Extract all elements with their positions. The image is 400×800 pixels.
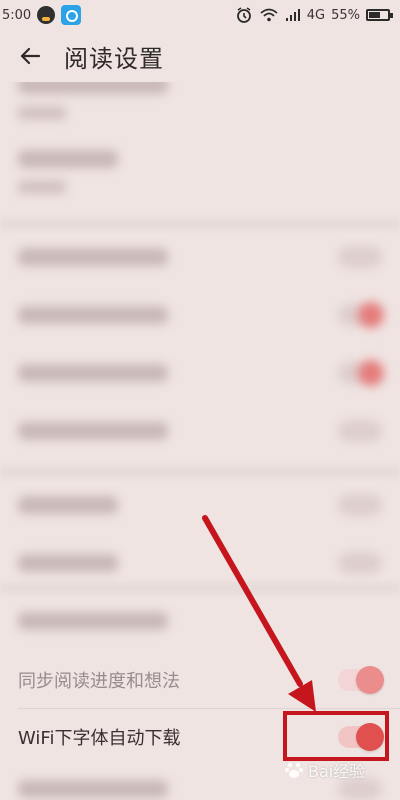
- blurred-setting-row[interactable]: [0, 136, 400, 208]
- wifi-icon: [260, 8, 278, 22]
- qq-icon: [37, 6, 56, 24]
- status-time: 5:00: [2, 7, 32, 23]
- sync-reading-progress-row[interactable]: 同步阅读进度和想法: [0, 652, 400, 708]
- status-left: 5:00: [2, 5, 82, 25]
- signal-icon: [285, 9, 300, 21]
- status-bar: 5:00 4G 55%: [0, 0, 400, 30]
- blurred-setting-row[interactable]: [0, 228, 400, 286]
- app-notification-icon: [61, 5, 82, 25]
- blurred-setting-row[interactable]: [0, 402, 400, 460]
- network-type: 4G: [306, 7, 326, 23]
- blurred-setting-row[interactable]: [0, 286, 400, 344]
- blurred-setting-row[interactable]: [0, 476, 400, 534]
- page-title: 阅读设置: [64, 44, 164, 73]
- sync-reading-progress-label: 同步阅读进度和想法: [18, 671, 180, 692]
- settings-list: 同步阅读进度和想法 WiFi下字体自动下载: [0, 52, 400, 800]
- battery-icon: [366, 9, 393, 21]
- back-arrow-icon[interactable]: [18, 44, 42, 68]
- toggle-thumb: [356, 666, 384, 694]
- baidu-watermark: Bai经验: [284, 758, 365, 782]
- wifi-font-download-label: WiFi下字体自动下载: [18, 728, 181, 749]
- app-header: 阅读设置: [0, 30, 400, 82]
- reading-settings-screen: 5:00 4G 55% 阅读设置 同步阅读进度和想法 WiFi下字体自动下载 B…: [0, 0, 400, 800]
- blurred-setting-row[interactable]: [0, 592, 400, 650]
- blurred-setting-row[interactable]: [0, 344, 400, 402]
- paw-icon: [285, 762, 303, 778]
- sync-reading-progress-toggle[interactable]: [338, 666, 384, 694]
- status-right: 4G 55%: [235, 6, 393, 24]
- battery-percent: 55%: [331, 7, 360, 23]
- alarm-icon: [236, 7, 251, 23]
- annotation-highlight-box: [283, 711, 389, 761]
- watermark-text: Bai经验: [308, 762, 366, 781]
